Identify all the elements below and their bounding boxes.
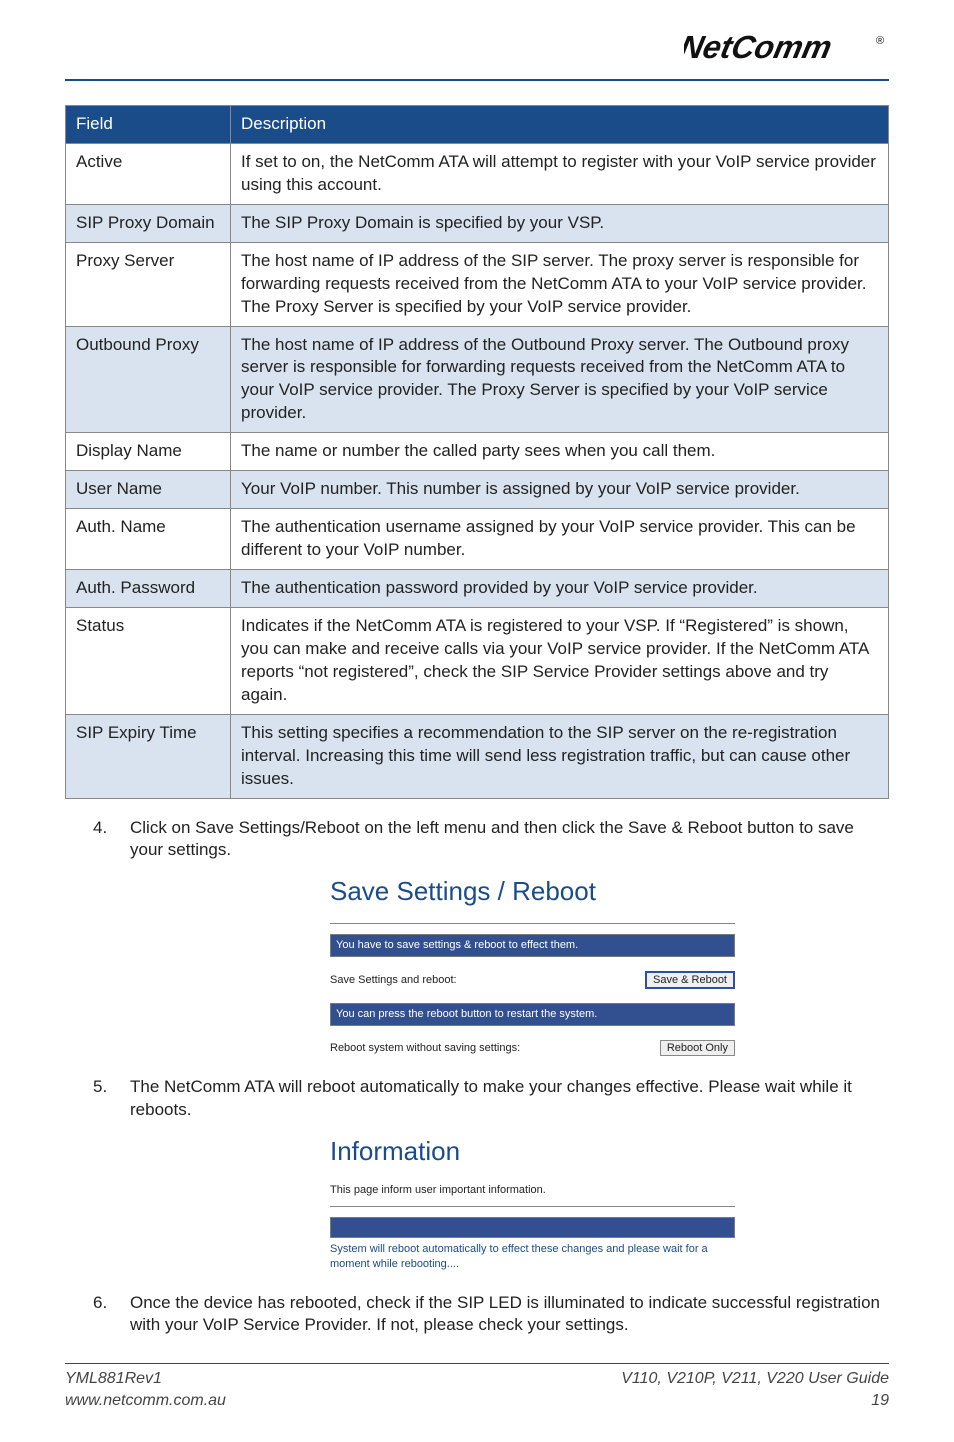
footer-guide-title: V110, V210P, V211, V220 User Guide (621, 1368, 889, 1390)
brand-text: NetComm (684, 30, 835, 65)
field-desc-cell: Your VoIP number. This number is assigne… (231, 471, 889, 509)
table-row: Display NameThe name or number the calle… (66, 433, 889, 471)
field-name-cell: Outbound Proxy (66, 326, 231, 433)
information-screenshot: Information This page inform user import… (330, 1134, 735, 1271)
table-header-desc: Description (231, 105, 889, 143)
step-5: The NetComm ATA will reboot automaticall… (65, 1076, 889, 1271)
step-4: Click on Save Settings/Reboot on the lef… (65, 817, 889, 1057)
divider (330, 923, 735, 924)
field-name-cell: Auth. Password (66, 570, 231, 608)
ss-message: System will reboot automatically to effe… (330, 1242, 735, 1272)
header-rule (65, 79, 889, 81)
ss-banner: You have to save settings & reboot to ef… (330, 934, 735, 957)
step-6: Once the device has rebooted, check if t… (65, 1292, 889, 1338)
footer-url: www.netcomm.com.au (65, 1390, 226, 1412)
table-row: SIP Proxy DomainThe SIP Proxy Domain is … (66, 204, 889, 242)
field-name-cell: Auth. Name (66, 509, 231, 570)
ss-title: Save Settings / Reboot (330, 874, 735, 909)
table-row: Auth. PasswordThe authentication passwor… (66, 570, 889, 608)
table-row: StatusIndicates if the NetComm ATA is re… (66, 607, 889, 714)
field-desc-cell: The SIP Proxy Domain is specified by you… (231, 204, 889, 242)
field-name-cell: Proxy Server (66, 242, 231, 326)
field-desc-cell: The host name of IP address of the SIP s… (231, 242, 889, 326)
table-header-field: Field (66, 105, 231, 143)
field-name-cell: SIP Proxy Domain (66, 204, 231, 242)
field-name-cell: Status (66, 607, 231, 714)
reboot-only-button[interactable]: Reboot Only (660, 1040, 735, 1056)
field-desc-cell: The host name of IP address of the Outbo… (231, 326, 889, 433)
ss-row-label: Save Settings and reboot: (330, 973, 645, 988)
table-row: Outbound ProxyThe host name of IP addres… (66, 326, 889, 433)
field-desc-cell: Indicates if the NetComm ATA is register… (231, 607, 889, 714)
svg-text:®: ® (876, 35, 884, 47)
ss-subtext: This page inform user important informat… (330, 1183, 735, 1198)
step-text: Click on Save Settings/Reboot on the lef… (130, 818, 854, 860)
table-row: User NameYour VoIP number. This number i… (66, 471, 889, 509)
field-desc-cell: The authentication password provided by … (231, 570, 889, 608)
field-desc-cell: The authentication username assigned by … (231, 509, 889, 570)
save-reboot-screenshot: Save Settings / Reboot You have to save … (330, 874, 735, 1056)
ss-banner-thin (330, 1217, 735, 1238)
ss-banner: You can press the reboot button to resta… (330, 1003, 735, 1026)
field-description-table: Field Description ActiveIf set to on, th… (65, 105, 889, 799)
table-row: Auth. NameThe authentication username as… (66, 509, 889, 570)
save-reboot-button[interactable]: Save & Reboot (645, 971, 735, 989)
field-name-cell: SIP Expiry Time (66, 714, 231, 798)
footer-doc-id: YML881Rev1 (65, 1368, 226, 1390)
table-row: ActiveIf set to on, the NetComm ATA will… (66, 143, 889, 204)
table-row: SIP Expiry TimeThis setting specifies a … (66, 714, 889, 798)
ss-title: Information (330, 1134, 735, 1169)
field-desc-cell: This setting specifies a recommendation … (231, 714, 889, 798)
field-desc-cell: The name or number the called party sees… (231, 433, 889, 471)
brand-logo: NetComm ® (65, 30, 889, 73)
field-name-cell: User Name (66, 471, 231, 509)
divider (330, 1206, 735, 1207)
field-desc-cell: If set to on, the NetComm ATA will attem… (231, 143, 889, 204)
page-footer: YML881Rev1 www.netcomm.com.au V110, V210… (65, 1363, 889, 1411)
footer-page-number: 19 (621, 1390, 889, 1412)
step-text: Once the device has rebooted, check if t… (130, 1293, 880, 1335)
field-name-cell: Active (66, 143, 231, 204)
ss-row-label: Reboot system without saving settings: (330, 1041, 660, 1056)
step-text: The NetComm ATA will reboot automaticall… (130, 1077, 852, 1119)
field-name-cell: Display Name (66, 433, 231, 471)
table-row: Proxy ServerThe host name of IP address … (66, 242, 889, 326)
